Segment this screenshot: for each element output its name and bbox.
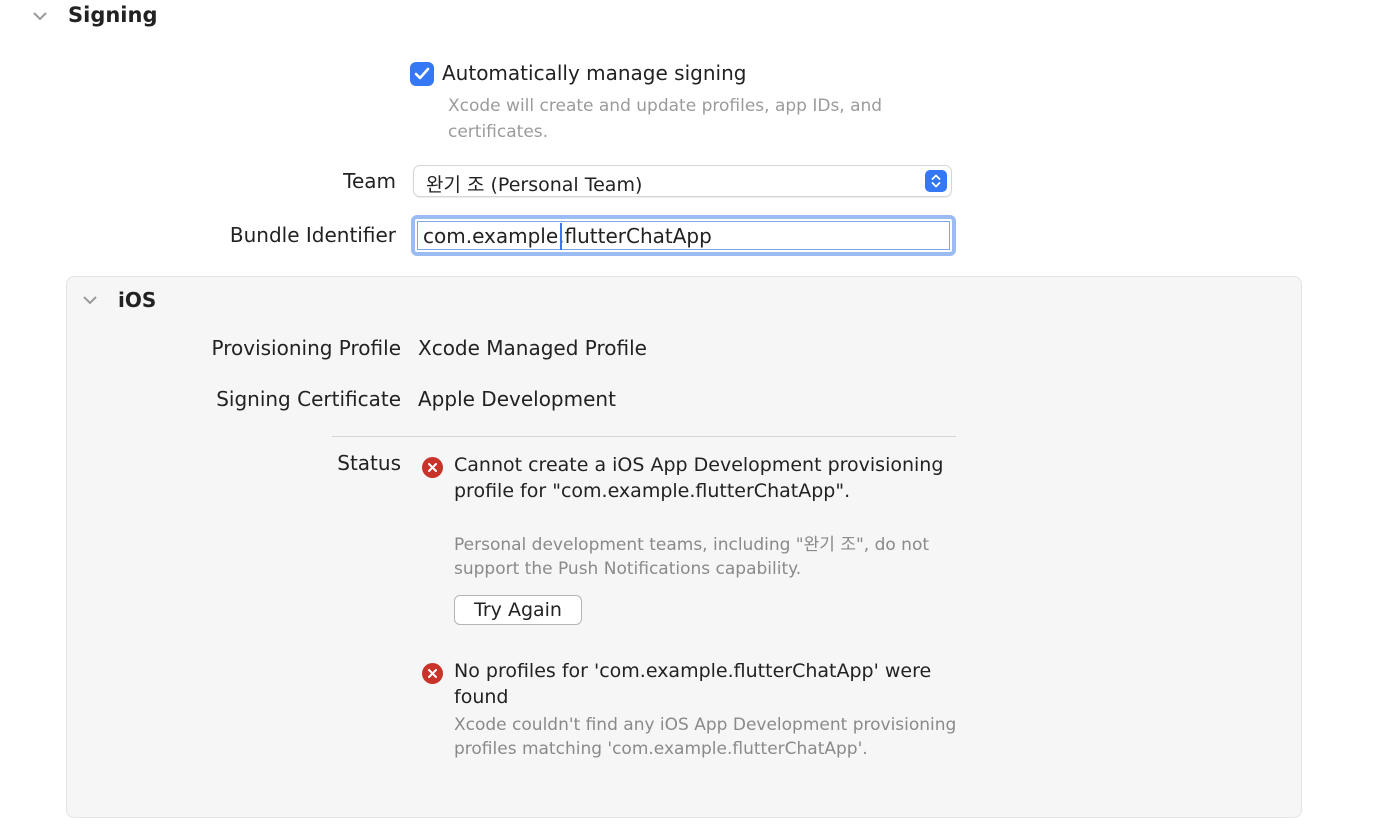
error-title: No profiles for 'com.example.flutterChat… — [454, 660, 932, 708]
error-description: Xcode couldn't find any iOS App Developm… — [454, 715, 957, 759]
ios-section-title: iOS — [118, 288, 157, 312]
status-label: Status — [337, 451, 401, 475]
auto-manage-signing-label[interactable]: Automatically manage signing — [442, 61, 746, 85]
auto-manage-signing-checkbox[interactable] — [410, 62, 434, 86]
bundle-identifier-label: Bundle Identifier — [229, 223, 396, 247]
try-again-button[interactable]: Try Again — [454, 595, 582, 625]
team-label: Team — [343, 169, 396, 193]
divider — [332, 436, 956, 437]
chevron-down-icon[interactable] — [80, 290, 100, 310]
section-title-signing: Signing — [68, 3, 158, 27]
team-popup-value: 완기 조 (Personal Team) — [426, 174, 643, 196]
bundle-identifier-field[interactable]: com.example.flutterChatApp — [411, 215, 956, 256]
team-popup[interactable]: 완기 조 (Personal Team) — [413, 165, 952, 197]
signing-capabilities-pane: Signing Automatically manage signing Xco… — [0, 0, 1376, 836]
signing-certificate-label: Signing Certificate — [216, 387, 401, 411]
signing-certificate-value: Apple Development — [418, 387, 616, 411]
auto-manage-signing-help: Xcode will create and update profiles, a… — [448, 96, 883, 142]
provisioning-profile-label: Provisioning Profile — [211, 336, 401, 360]
checkmark-icon — [414, 67, 430, 80]
error-description: Personal development teams, including "완… — [454, 535, 930, 579]
text-caret — [560, 223, 562, 250]
bundle-identifier-value: com.example.flutterChatApp — [423, 224, 712, 248]
updown-chevron-icon — [925, 170, 947, 192]
error-icon — [422, 663, 443, 684]
error-title: Cannot create a iOS App Development prov… — [454, 454, 944, 502]
chevron-down-icon[interactable] — [30, 6, 50, 26]
error-icon — [422, 457, 443, 478]
provisioning-profile-value: Xcode Managed Profile — [418, 336, 647, 360]
